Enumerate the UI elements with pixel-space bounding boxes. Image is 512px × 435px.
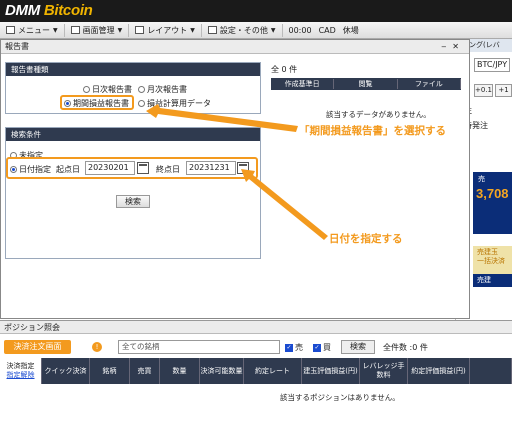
col-eval-pl: 建玉評価損益(円) bbox=[302, 358, 360, 384]
checkbox-buy[interactable]: ✓ 買 bbox=[313, 342, 331, 353]
positions-count: 全件数 :0 件 bbox=[383, 343, 428, 352]
annotation-select-report: 「期間損益報告書」を選択する bbox=[299, 123, 446, 138]
arrow-1 bbox=[146, 104, 298, 132]
settle-order-button[interactable]: 決済注文画面 bbox=[4, 340, 71, 354]
positions-search-button[interactable]: 検索 bbox=[341, 340, 375, 354]
col-extra bbox=[470, 358, 512, 384]
col-exec-pl: 約定評価損益(円) bbox=[408, 358, 470, 384]
checkbox-sell[interactable]: ✓ 売 bbox=[285, 342, 303, 353]
col-symbol: 銘柄 bbox=[90, 358, 130, 384]
arrow-2 bbox=[241, 169, 328, 240]
col-leverage-fee: レバレッジ手数料 bbox=[360, 358, 408, 384]
no-positions-message: 該当するポジションはありません。 bbox=[280, 393, 400, 402]
col-quick-settle: クイック決済 bbox=[42, 358, 90, 384]
col-settleable-qty: 決済可能数量 bbox=[200, 358, 244, 384]
positions-table-header: 決済指定 指定解除 クイック決済 銘柄 売買 数量 決済可能数量 約定レート 建玉… bbox=[0, 358, 512, 384]
checkbox-checked-icon: ✓ bbox=[285, 343, 293, 352]
help-icon[interactable]: ! bbox=[92, 342, 102, 352]
col-side: 売買 bbox=[130, 358, 160, 384]
positions-toolbar: 決済注文画面 ! 全ての銘柄 ✓ 売 ✓ 買 検索 全件数 :0 件 bbox=[0, 339, 512, 355]
col-rate: 約定レート bbox=[244, 358, 302, 384]
checkbox-checked-icon: ✓ bbox=[313, 343, 321, 352]
positions-title: ポジション照会 bbox=[0, 321, 512, 334]
positions-panel: ポジション照会 決済注文画面 ! 全ての銘柄 ✓ 売 ✓ 買 検索 全件数 :0 件… bbox=[0, 320, 512, 435]
clear-selection-link[interactable]: 指定解除 bbox=[7, 371, 35, 380]
annotation-set-date: 日付を指定する bbox=[329, 231, 403, 246]
col-settle-select: 決済指定 指定解除 bbox=[0, 358, 42, 384]
symbol-select[interactable]: 全ての銘柄 bbox=[118, 340, 280, 354]
col-quantity: 数量 bbox=[160, 358, 200, 384]
